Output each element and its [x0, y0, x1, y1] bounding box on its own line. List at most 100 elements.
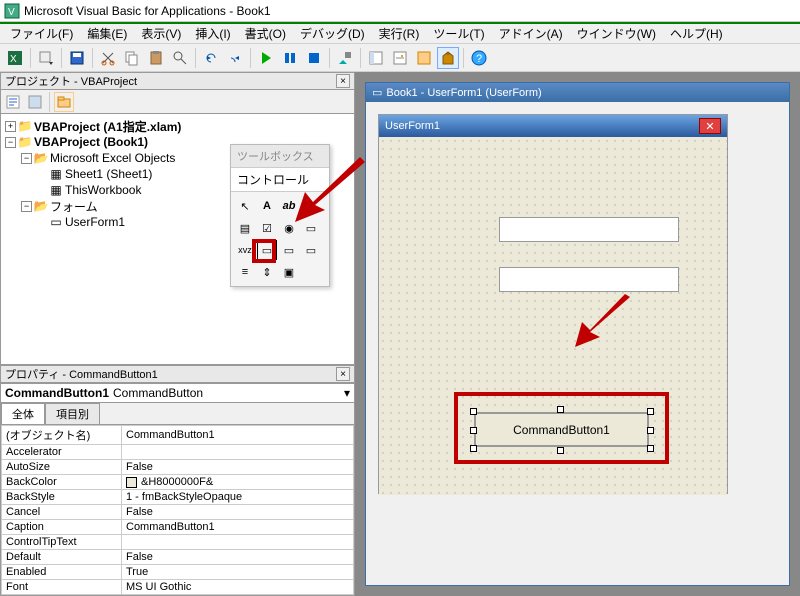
view-excel-button[interactable]: X: [4, 47, 26, 69]
tool-scrollbar[interactable]: ≡: [235, 262, 255, 282]
undo-button[interactable]: [200, 47, 222, 69]
property-value[interactable]: CommandButton1: [122, 426, 354, 445]
menu-file[interactable]: ファイル(F): [4, 23, 79, 44]
tool-checkbox[interactable]: ☑: [257, 218, 277, 238]
folder-icon: 📂: [34, 199, 48, 213]
view-object-button[interactable]: [25, 92, 45, 112]
properties-object-selector[interactable]: CommandButton1 CommandButton ▾: [0, 383, 355, 403]
tool-spinbutton[interactable]: ⇕: [257, 262, 277, 282]
object-browser-button[interactable]: [413, 47, 435, 69]
property-value[interactable]: [122, 445, 354, 460]
cut-button[interactable]: [97, 47, 119, 69]
separator: [329, 48, 330, 68]
property-row[interactable]: AutoSizeFalse: [2, 460, 354, 475]
property-name: ControlTipText: [2, 535, 122, 550]
design-mode-button[interactable]: [334, 47, 356, 69]
window-title-bar: V Microsoft Visual Basic for Application…: [0, 0, 800, 22]
find-button[interactable]: [169, 47, 191, 69]
menu-addins[interactable]: アドイン(A): [493, 23, 569, 44]
project-panel-header: プロジェクト - VBAProject ×: [0, 72, 355, 90]
separator: [61, 48, 62, 68]
menu-debug[interactable]: デバッグ(D): [294, 23, 371, 44]
textbox-1[interactable]: [499, 217, 679, 242]
reset-button[interactable]: [303, 47, 325, 69]
properties-grid[interactable]: (オブジェクト名)CommandButton1AcceleratorAutoSi…: [0, 424, 355, 596]
menu-view[interactable]: 表示(V): [135, 23, 187, 44]
tool-label[interactable]: A: [257, 196, 277, 216]
textbox-2[interactable]: [499, 267, 679, 292]
property-value[interactable]: MS UI Gothic: [122, 580, 354, 595]
property-name: Caption: [2, 520, 122, 535]
save-button[interactable]: [66, 47, 88, 69]
tool-image[interactable]: ▣: [279, 262, 299, 282]
redo-button[interactable]: [224, 47, 246, 69]
form-icon: ▭: [49, 215, 63, 229]
separator: [360, 48, 361, 68]
annotation-arrow-icon: [290, 157, 370, 227]
menu-run[interactable]: 実行(R): [373, 23, 426, 44]
tool-tabstrip[interactable]: ▭: [279, 240, 299, 260]
property-value[interactable]: False: [122, 550, 354, 565]
project-panel-close-button[interactable]: ×: [336, 74, 350, 88]
menu-edit[interactable]: 編集(E): [81, 23, 133, 44]
tab-alphabetic[interactable]: 全体: [1, 403, 45, 424]
property-row[interactable]: CancelFalse: [2, 505, 354, 520]
toolbox-button[interactable]: [437, 47, 459, 69]
property-value[interactable]: [122, 535, 354, 550]
property-value[interactable]: &H8000000F&: [122, 475, 354, 490]
property-row[interactable]: BackColor&H8000000F&: [2, 475, 354, 490]
form-icon: ▭: [372, 86, 382, 99]
expand-icon[interactable]: +: [5, 121, 16, 132]
mdi-title-bar[interactable]: ▭ Book1 - UserForm1 (UserForm): [366, 83, 789, 102]
userform-canvas[interactable]: CommandButton1: [379, 137, 727, 495]
property-row[interactable]: EnabledTrue: [2, 565, 354, 580]
property-row[interactable]: CaptionCommandButton1: [2, 520, 354, 535]
break-button[interactable]: [279, 47, 301, 69]
property-row[interactable]: BackStyle1 - fmBackStyleOpaque: [2, 490, 354, 505]
insert-dropdown-button[interactable]: [35, 47, 57, 69]
property-row[interactable]: Accelerator: [2, 445, 354, 460]
property-row[interactable]: DefaultFalse: [2, 550, 354, 565]
tool-listbox[interactable]: ▤: [235, 218, 255, 238]
collapse-icon[interactable]: −: [21, 201, 32, 212]
close-icon[interactable]: ✕: [699, 118, 721, 134]
tree-project-1[interactable]: +📁VBAProject (A1指定.xlam): [5, 118, 350, 134]
tab-categorized[interactable]: 項目別: [45, 403, 100, 424]
property-name: Font: [2, 580, 122, 595]
help-button[interactable]: ?: [468, 47, 490, 69]
paste-button[interactable]: [145, 47, 167, 69]
property-row[interactable]: (オブジェクト名)CommandButton1: [2, 426, 354, 445]
properties-panel-close-button[interactable]: ×: [336, 367, 350, 381]
collapse-icon[interactable]: −: [21, 153, 32, 164]
property-value[interactable]: 1 - fmBackStyleOpaque: [122, 490, 354, 505]
property-value[interactable]: False: [122, 460, 354, 475]
properties-button[interactable]: [389, 47, 411, 69]
svg-text:?: ?: [476, 53, 482, 65]
properties-panel: プロパティ - CommandButton1 × CommandButton1 …: [0, 365, 355, 596]
menu-window[interactable]: ウインドウ(W): [571, 23, 662, 44]
tool-pointer[interactable]: ↖: [235, 196, 255, 216]
dropdown-icon[interactable]: ▾: [344, 386, 350, 400]
menu-help[interactable]: ヘルプ(H): [664, 23, 729, 44]
run-button[interactable]: [255, 47, 277, 69]
copy-button[interactable]: [121, 47, 143, 69]
menu-insert[interactable]: 挿入(I): [189, 23, 236, 44]
toggle-folders-button[interactable]: [54, 92, 74, 112]
project-icon: 📁: [18, 119, 32, 133]
property-row[interactable]: ControlTipText: [2, 535, 354, 550]
property-value[interactable]: False: [122, 505, 354, 520]
properties-panel-header: プロパティ - CommandButton1 ×: [0, 365, 355, 383]
property-value[interactable]: CommandButton1: [122, 520, 354, 535]
separator: [30, 48, 31, 68]
property-value[interactable]: True: [122, 565, 354, 580]
tool-multipage[interactable]: ▭: [301, 240, 321, 260]
collapse-icon[interactable]: −: [5, 137, 16, 148]
svg-text:V: V: [8, 7, 15, 18]
property-row[interactable]: FontMS UI Gothic: [2, 580, 354, 595]
view-code-button[interactable]: [3, 92, 23, 112]
menu-format[interactable]: 書式(O): [239, 23, 292, 44]
project-explorer-button[interactable]: [365, 47, 387, 69]
userform-designer[interactable]: UserForm1 ✕ CommandButton1: [378, 114, 728, 494]
separator: [195, 48, 196, 68]
menu-tools[interactable]: ツール(T): [427, 23, 490, 44]
